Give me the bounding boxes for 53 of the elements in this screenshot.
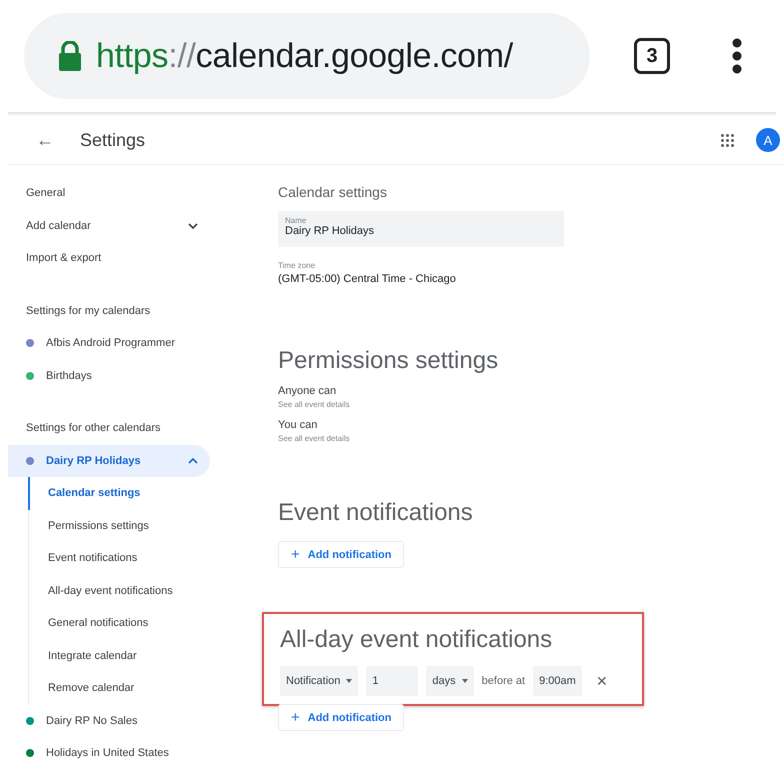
before-at-label: before at bbox=[482, 675, 526, 687]
add-notification-button[interactable]: + Add notification bbox=[278, 704, 404, 731]
chevron-icon[interactable] bbox=[188, 458, 198, 464]
calendar-item[interactable]: Dairy RP No Sales bbox=[8, 704, 210, 737]
type-dropdown[interactable]: Notification bbox=[280, 666, 358, 696]
sidebar-subitem[interactable]: Event notifications bbox=[28, 542, 210, 574]
add-notification-button[interactable]: + Add notification bbox=[278, 541, 404, 568]
sidebar-subitem[interactable]: General notifications bbox=[28, 607, 210, 640]
calendar-item[interactable]: Afbis Android Programmer bbox=[8, 327, 210, 360]
timezone-value[interactable]: (GMT-05:00) Central Time - Chicago bbox=[278, 273, 658, 285]
permission-value: See all event details bbox=[278, 434, 351, 443]
section-title: Event notifications bbox=[278, 499, 474, 527]
field-label: Time zone bbox=[278, 261, 316, 270]
calendar-name: Dairy RP Holidays bbox=[46, 454, 141, 467]
unit-dropdown[interactable]: days bbox=[426, 666, 474, 696]
address-bar[interactable]: https://calendar.google.com/ bbox=[24, 13, 590, 99]
calendar-name: Holidays in United States bbox=[46, 747, 169, 760]
menu-icon[interactable] bbox=[732, 38, 742, 74]
sidebar-subitem[interactable]: All-day event notifications bbox=[28, 574, 210, 607]
calendar-name: Birthdays bbox=[46, 370, 92, 382]
chevron-icon[interactable] bbox=[188, 222, 198, 229]
section-heading: Settings for other calendars bbox=[25, 421, 162, 436]
section-heading: Settings for my calendars bbox=[25, 304, 152, 319]
calendar-item[interactable]: Dairy RP Holidays bbox=[8, 444, 210, 477]
tab-count-button[interactable]: 3 bbox=[634, 38, 670, 74]
sidebar-item[interactable]: General bbox=[8, 177, 210, 210]
permission-label: You can bbox=[278, 419, 318, 431]
caret-icon bbox=[346, 679, 352, 683]
calendar-item[interactable]: Birthdays bbox=[8, 360, 210, 392]
sidebar-subitem[interactable]: Remove calendar bbox=[28, 672, 210, 704]
section-title: All-day event notifications bbox=[280, 626, 554, 654]
caret-icon bbox=[462, 679, 468, 683]
calendar-name: Afbis Android Programmer bbox=[46, 337, 175, 350]
sidebar-subitem[interactable]: Integrate calendar bbox=[28, 640, 210, 672]
url-text: https://calendar.google.com/ bbox=[96, 36, 513, 76]
calendar-item[interactable]: Holidays in United States bbox=[8, 737, 210, 764]
time-field[interactable]: 9:00am bbox=[533, 666, 582, 696]
sidebar-subitem[interactable]: Calendar settings bbox=[28, 477, 210, 510]
permission-value: See all event details bbox=[278, 400, 351, 409]
amount-field[interactable]: 1 bbox=[366, 666, 418, 696]
calendar-name: Dairy RP No Sales bbox=[46, 714, 138, 727]
account-avatar[interactable]: A bbox=[756, 128, 780, 152]
section-title: Permissions settings bbox=[278, 347, 500, 375]
apps-icon[interactable] bbox=[721, 134, 734, 146]
page-title: Settings bbox=[80, 130, 146, 150]
permission-label: Anyone can bbox=[278, 385, 338, 397]
back-button[interactable]: ← bbox=[36, 130, 54, 150]
sidebar-item[interactable]: Import & export bbox=[8, 242, 210, 274]
name-field[interactable]: Name Dairy RP Holidays bbox=[278, 211, 564, 247]
sidebar-item[interactable]: Add calendar bbox=[8, 210, 210, 242]
remove-button[interactable]: ✕ bbox=[596, 673, 608, 689]
sidebar-subitem[interactable]: Permissions settings bbox=[28, 510, 210, 542]
section-title: Calendar settings bbox=[278, 184, 388, 200]
